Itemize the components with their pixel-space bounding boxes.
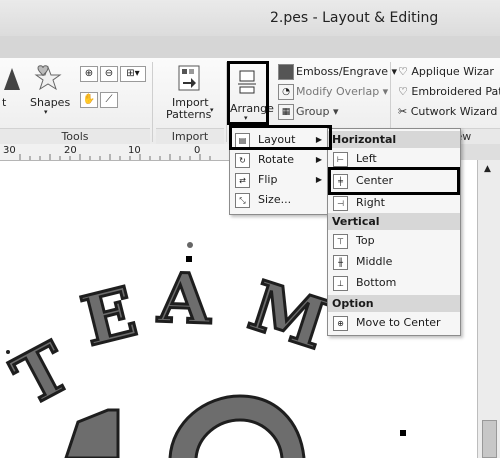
menu-item-label: Bottom — [356, 276, 397, 289]
cutwork-label: Cutwork Wizard — [410, 105, 498, 118]
applique-label: Applique Wizar — [411, 65, 494, 78]
stitch-point — [6, 350, 10, 354]
emboss-icon — [278, 64, 294, 80]
import-group-label: Import — [156, 128, 224, 145]
cutwork-icon: ✂ — [398, 105, 408, 118]
zoom-out-icon[interactable]: ⊖ — [100, 66, 118, 82]
tools-partial-label: t — [2, 96, 7, 109]
import-label-line2: Patterns — [166, 108, 212, 121]
emboss-engrave-button[interactable]: Emboss/Engrave ▾ — [296, 65, 397, 78]
letter-t: T — [1, 328, 83, 422]
zoom-fit-icon[interactable]: ⊞▾ — [120, 66, 146, 82]
scrollbar-thumb[interactable] — [482, 420, 497, 458]
menu-item-label: Middle — [356, 255, 393, 268]
modify-overlap-icon: ◔ — [278, 84, 294, 100]
modify-overlap-button[interactable]: Modify Overlap ▾ — [296, 85, 388, 98]
menu-item-move-to-center[interactable]: ⊕ Move to Center — [328, 313, 458, 333]
flip-icon: ⇄ — [235, 173, 250, 188]
submenu-arrow-icon: ▶ — [315, 175, 322, 184]
menu-item-top[interactable]: ⊤ Top — [328, 231, 458, 251]
emboss-label: Emboss/Engrave — [296, 65, 388, 78]
menu-item-label: Move to Center — [356, 316, 441, 329]
applique-icon: ♡ — [398, 65, 408, 78]
center-highlight-box — [328, 167, 460, 195]
group-button[interactable]: Group ▾ — [296, 105, 339, 118]
embroidered-icon: ♡ — [398, 85, 408, 98]
group-icon: ▦ — [278, 104, 294, 120]
pan-hand-icon[interactable]: ✋ — [80, 92, 98, 108]
modify-overlap-label: Modify Overlap — [296, 85, 380, 98]
letter-a: A — [156, 258, 214, 340]
menu-item-label: Flip — [258, 173, 278, 186]
menu-item-label: Size... — [258, 193, 292, 206]
group-separator — [152, 62, 153, 142]
letter-e: E — [74, 272, 144, 362]
menu-item-rotate[interactable]: ↻ Rotate ▶ — [230, 150, 328, 170]
embroidered-label: Embroidered Pat — [411, 85, 500, 98]
align-bottom-icon: ⊥ — [333, 276, 348, 291]
move-to-center-icon: ⊕ — [333, 316, 348, 331]
vertical-header: Vertical — [328, 213, 460, 230]
digit-one — [64, 408, 120, 458]
letter-m: M — [240, 266, 336, 365]
applique-wizard-button[interactable]: ♡ Applique Wizar — [398, 65, 494, 78]
shapes-dropdown-icon: ▾ — [44, 108, 48, 116]
align-right-icon: ⊣ — [333, 196, 348, 211]
ruler-label: 30 — [3, 145, 16, 156]
align-middle-icon: ╫ — [333, 255, 348, 270]
ruler-label: 10 — [128, 145, 141, 156]
ribbon-tab-band — [0, 36, 500, 59]
size-icon: ⤡ — [235, 193, 250, 208]
selection-handle — [400, 430, 406, 436]
menu-item-label: Rotate — [258, 153, 295, 166]
menu-item-right[interactable]: ⊣ Right — [328, 193, 458, 213]
rotate-handle — [187, 242, 193, 248]
partial-tool-icon — [4, 68, 20, 90]
import-dropdown-icon: ▾ — [210, 106, 214, 114]
ruler-label: 20 — [64, 145, 77, 156]
horizontal-header: Horizontal — [328, 131, 460, 148]
rotate-icon: ↻ — [235, 153, 250, 168]
arrange-highlight-box — [227, 61, 269, 125]
window-title: 2.pes - Layout & Editing — [270, 10, 439, 26]
right-panel-header — [460, 144, 500, 160]
measure-icon[interactable]: ⟋ — [100, 92, 118, 108]
submenu-arrow-icon: ▶ — [315, 155, 322, 164]
cutwork-wizard-button[interactable]: ✂ Cutwork Wizard — [398, 105, 497, 118]
menu-item-label: Left — [356, 152, 377, 165]
layout-highlight-box — [229, 125, 332, 150]
import-patterns-button[interactable]: Import Patterns ▾ — [162, 62, 214, 126]
zoom-in-icon[interactable]: ⊕ — [80, 66, 98, 82]
ruler-label: 0 — [194, 145, 201, 156]
shapes-button[interactable]: Shapes ▾ — [26, 62, 70, 122]
shapes-icon — [34, 65, 62, 91]
menu-item-label: Right — [356, 196, 385, 209]
title-bar: 2.pes - Layout & Editing — [0, 0, 500, 37]
option-header: Option — [328, 295, 460, 312]
menu-item-middle[interactable]: ╫ Middle — [328, 252, 458, 272]
menu-item-flip[interactable]: ⇄ Flip ▶ — [230, 170, 328, 190]
group-label: Group — [296, 105, 330, 118]
tools-group-label: Tools — [0, 128, 150, 145]
shapes-label: Shapes — [30, 96, 71, 109]
embroidered-pattern-button[interactable]: ♡ Embroidered Pat — [398, 85, 500, 98]
menu-item-label: Top — [356, 234, 375, 247]
menu-item-left[interactable]: ⊢ Left — [328, 149, 458, 169]
align-top-icon: ⊤ — [333, 234, 348, 249]
menu-item-bottom[interactable]: ⊥ Bottom — [328, 273, 458, 293]
scroll-up-icon[interactable]: ▲ — [484, 164, 491, 174]
align-left-icon: ⊢ — [333, 152, 348, 167]
menu-item-size[interactable]: ⤡ Size... — [230, 190, 328, 210]
vertical-scrollbar[interactable]: ▲ — [477, 160, 500, 458]
layout-submenu: Horizontal ⊢ Left ╪ Center ⊣ Right Verti… — [327, 128, 461, 336]
import-patterns-icon — [178, 65, 200, 91]
